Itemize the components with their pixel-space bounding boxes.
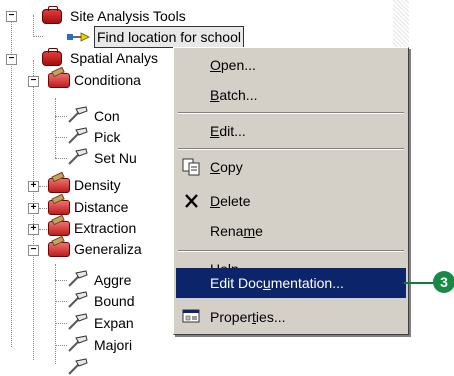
- toolset-icon: [48, 178, 70, 193]
- tree-item-site-analysis-tools[interactable]: Site Analysis Tools: [20, 6, 250, 26]
- tree-item-tool-majority-filter[interactable]: Majori: [64, 335, 174, 355]
- tree-item-tool-set-null[interactable]: Set Nu: [64, 148, 174, 168]
- expand-toggle[interactable]: +: [28, 181, 39, 192]
- tree-item-tool-con[interactable]: Con: [64, 106, 174, 126]
- tree-item-label: Density: [74, 177, 121, 193]
- hammer-icon: [68, 313, 88, 330]
- tree-item-label: Site Analysis Tools: [70, 8, 186, 24]
- hammer-icon: [68, 291, 88, 308]
- tree-item-find-location-model[interactable]: Find location for school: [66, 26, 276, 48]
- tree-item-label: Con: [94, 108, 120, 124]
- collapse-toggle[interactable]: −: [28, 245, 39, 256]
- menu-item-edit[interactable]: Edit...: [176, 116, 406, 146]
- toolbox-icon: [42, 6, 62, 24]
- delete-icon: [185, 194, 198, 208]
- tree-item-label: Aggre: [94, 272, 132, 288]
- tree-item-extraction[interactable]: Extraction: [42, 218, 182, 238]
- tree-item-generalization[interactable]: Generaliza: [42, 239, 182, 259]
- tree-item-label: Pick: [94, 129, 121, 145]
- context-menu: Open... Batch... Edit... Copy Delete Ren…: [173, 47, 409, 335]
- hammer-icon: [68, 358, 88, 375]
- menu-item-rename[interactable]: Rename: [176, 216, 406, 246]
- tree-item-tool-expand[interactable]: Expan: [64, 313, 174, 333]
- tree-item-label: Conditiona: [74, 72, 141, 88]
- tree-item-label: Expan: [94, 315, 134, 331]
- toolset-icon: [48, 200, 70, 215]
- tree-item-label: Generaliza: [74, 241, 142, 257]
- toolset-icon: [48, 73, 70, 88]
- menu-item-batch[interactable]: Batch...: [176, 80, 406, 110]
- tree-item-density[interactable]: Density: [42, 175, 182, 195]
- expand-toggle[interactable]: +: [28, 224, 39, 235]
- tree-item-tool-aggregate[interactable]: Aggre: [64, 270, 174, 290]
- menu-item-copy[interactable]: Copy: [176, 152, 406, 182]
- collapse-toggle[interactable]: −: [6, 11, 17, 22]
- callout-leader-line: [404, 282, 436, 284]
- tree-item-label: Find location for school: [94, 26, 244, 48]
- hammer-icon: [68, 335, 88, 352]
- hammer-icon: [68, 106, 88, 123]
- tree-item-spatial-analyst[interactable]: Spatial Analys: [20, 48, 180, 68]
- toolset-icon: [48, 221, 70, 236]
- menu-item-properties[interactable]: Properties...: [176, 302, 406, 332]
- step-callout-badge: 3: [433, 271, 454, 293]
- tree-item-label: Majori: [94, 337, 133, 353]
- collapse-toggle[interactable]: −: [28, 76, 39, 87]
- tree-item-label: Bound: [94, 293, 135, 309]
- hammer-icon: [68, 148, 88, 165]
- toolbox-icon: [42, 48, 62, 66]
- tree-item-label: Set Nu: [94, 150, 137, 166]
- properties-icon: [182, 309, 200, 323]
- menu-item-delete[interactable]: Delete: [176, 186, 406, 216]
- menu-item-edit-documentation[interactable]: Edit Documentation...: [176, 268, 406, 298]
- tree-item-label: Distance: [74, 199, 129, 215]
- hammer-icon: [68, 127, 88, 144]
- toolset-icon: [48, 242, 70, 257]
- model-icon: [67, 32, 90, 42]
- collapse-toggle[interactable]: −: [6, 54, 17, 65]
- expand-toggle[interactable]: +: [28, 203, 39, 214]
- tree-item-label: Spatial Analys: [70, 50, 158, 66]
- tree-item-tool-pick[interactable]: Pick: [64, 127, 174, 147]
- copy-icon: [182, 158, 200, 176]
- tree-item-tool-boundary-clean[interactable]: Bound: [64, 291, 174, 311]
- menu-item-open[interactable]: Open...: [176, 50, 406, 80]
- tree-item-distance[interactable]: Distance: [42, 197, 182, 217]
- tree-item-label: Extraction: [74, 220, 137, 236]
- hammer-icon: [68, 270, 88, 287]
- tree-item-conditional[interactable]: Conditiona: [42, 70, 182, 90]
